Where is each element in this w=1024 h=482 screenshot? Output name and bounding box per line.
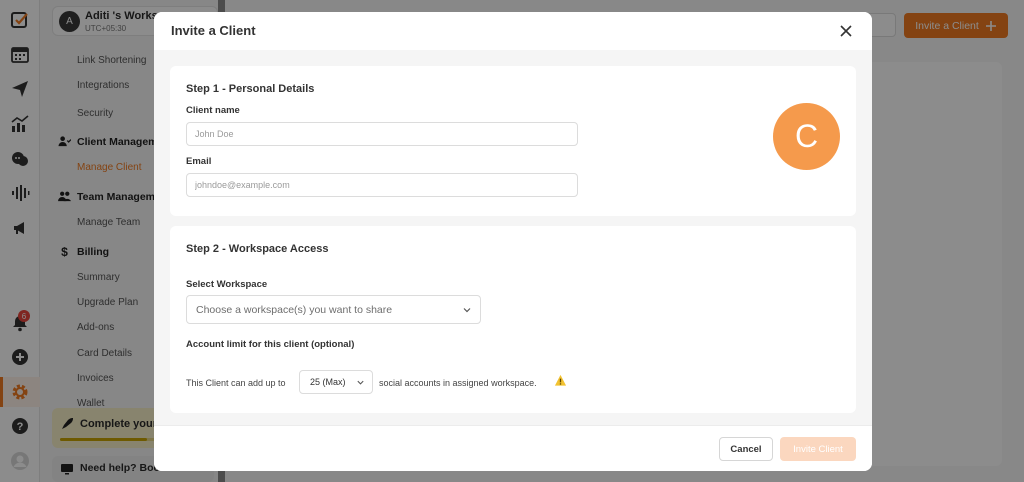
limit-prefix-text: This Client can add up to [186,378,286,388]
chevron-down-icon [357,380,364,385]
client-name-input[interactable] [186,122,578,146]
invite-client-modal: Invite a Client Step 1 - Personal Detail… [154,12,872,471]
workspace-access-card: Step 2 - Workspace Access Select Workspa… [170,226,856,413]
personal-details-card: Step 1 - Personal Details Client name Em… [170,66,856,216]
step2-title: Step 2 - Workspace Access [186,243,329,255]
email-input[interactable] [186,173,578,197]
email-label: Email [186,156,212,167]
account-limit-select[interactable]: 25 (Max) [299,370,373,394]
account-limit-label: Account limit for this client (optional) [186,339,355,350]
cancel-button[interactable]: Cancel [719,437,773,461]
modal-title: Invite a Client [171,23,256,38]
step1-title: Step 1 - Personal Details [186,83,315,95]
client-name-label: Client name [186,105,240,116]
modal-footer: Cancel Invite Client [154,425,872,471]
workspace-select-placeholder: Choose a workspace(s) you want to share [196,304,393,316]
invite-client-button[interactable]: Invite Client [780,437,856,461]
workspace-select[interactable]: Choose a workspace(s) you want to share [186,295,481,324]
limit-suffix-text: social accounts in assigned workspace. [379,378,537,388]
client-avatar: C [773,103,840,170]
close-icon[interactable] [838,23,854,39]
modal-header: Invite a Client [154,12,872,50]
select-workspace-label: Select Workspace [186,279,268,290]
account-limit-value: 25 (Max) [310,377,346,387]
warning-icon[interactable] [554,374,567,387]
chevron-down-icon [463,308,471,313]
